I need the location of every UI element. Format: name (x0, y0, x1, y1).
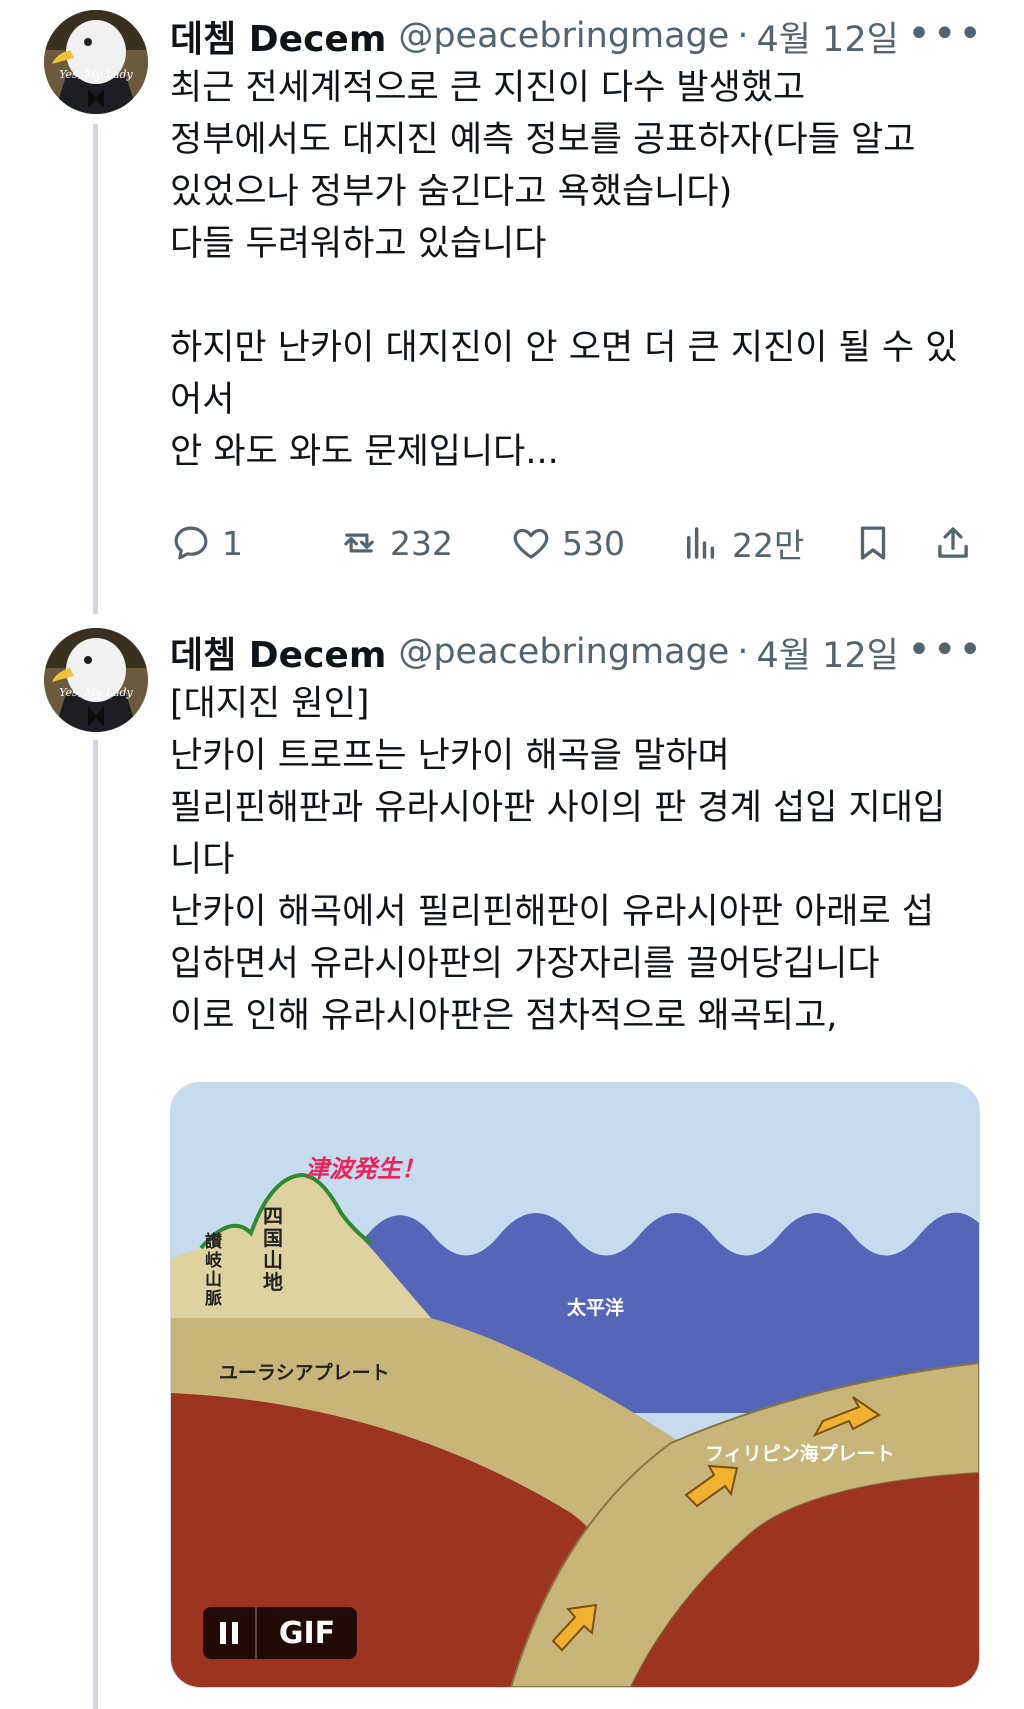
avatar-image (44, 628, 148, 732)
like-button[interactable]: 530 (510, 522, 625, 564)
analytics-icon (687, 527, 715, 559)
tweet-text: 최근 전세계적으로 큰 지진이 다수 발생했고 정부에서도 대지진 예측 정보를… (170, 68, 958, 472)
tweet-header: 데쳄 Decem @peacebringmage · 4월 12일 ••• (170, 12, 984, 60)
user-handle[interactable]: @peacebringmage (398, 632, 729, 672)
tweet[interactable]: Yes, My Lady 데쳄 Decem @peacebringmage · … (0, 0, 1024, 620)
share-icon (938, 527, 968, 558)
views-button[interactable]: 22만 (680, 519, 804, 567)
bookmark-button[interactable] (852, 522, 894, 564)
bookmark-icon (860, 526, 886, 560)
separator-dot: · (737, 632, 749, 672)
sanuki-mountains-label: 讃岐山脈 (205, 1232, 222, 1309)
shikoku-mountains-label: 四国山地 (263, 1204, 283, 1294)
more-options-icon[interactable]: ••• (907, 14, 984, 54)
tweet-media-gif[interactable]: 津波発生！ 讃岐山脈 四国山地 太平洋 ユーラシアプレート フィリピン海プレート… (170, 1082, 980, 1688)
like-count: 530 (562, 523, 625, 563)
tweet-actions: 1 232 530 22만 (170, 518, 980, 568)
avatar-image (44, 10, 148, 114)
avatar[interactable]: Yes, My Lady (44, 628, 148, 732)
avatar-caption: Yes, My Lady (59, 686, 133, 699)
tweet-text: [대지진 원인] 난카이 트로프는 난카이 해곡을 말하며 필리핀해판과 유라시… (170, 684, 946, 1036)
avatar-caption: Yes, My Lady (59, 68, 133, 81)
philippine-plate-label: フィリピン海プレート (705, 1443, 895, 1465)
share-button[interactable] (932, 522, 974, 564)
separator-dot: · (737, 16, 749, 56)
heart-icon (513, 528, 549, 559)
repost-icon (344, 533, 374, 553)
gif-label: GIF (278, 1615, 336, 1651)
view-count: 22만 (732, 526, 805, 565)
display-name[interactable]: 데쳄 Decem (170, 626, 386, 678)
repost-button[interactable]: 232 (338, 522, 453, 564)
gif-badge[interactable]: GIF (203, 1607, 357, 1659)
repost-count: 232 (390, 523, 453, 563)
pause-icon[interactable] (203, 1607, 257, 1659)
reply-button[interactable]: 1 (170, 522, 243, 564)
tweet-header: 데쳄 Decem @peacebringmage · 4월 12일 ••• (170, 628, 984, 676)
more-options-icon[interactable]: ••• (907, 630, 984, 670)
pacific-ocean-label: 太平洋 (567, 1297, 625, 1319)
tweet-date[interactable]: 4월 12일 (756, 627, 898, 678)
user-handle[interactable]: @peacebringmage (398, 16, 729, 56)
eurasian-plate-label: ユーラシアプレート (219, 1362, 390, 1384)
tweet-date[interactable]: 4월 12일 (756, 11, 898, 62)
reply-icon (174, 526, 208, 560)
display-name[interactable]: 데쳄 Decem (170, 10, 386, 62)
avatar[interactable]: Yes, My Lady (44, 10, 148, 114)
tsunami-label: 津波発生！ (305, 1155, 425, 1183)
reply-count: 1 (222, 523, 243, 563)
plate-diagram (171, 1083, 979, 1687)
